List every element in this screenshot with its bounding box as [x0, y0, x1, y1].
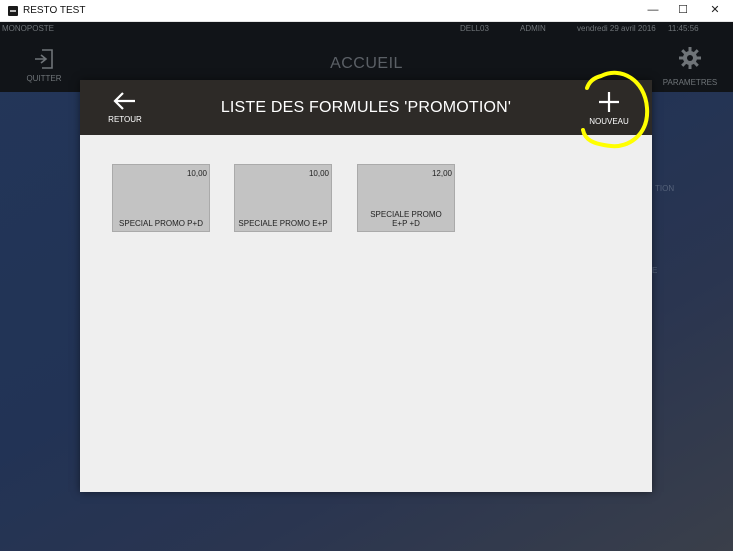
- formula-price: 12,00: [431, 169, 452, 178]
- background-text-fragment: TION: [655, 184, 675, 193]
- settings-button[interactable]: PARAMETRES: [655, 46, 725, 92]
- new-label: NOUVEAU: [589, 117, 629, 126]
- dialog-title: LISTE DES FORMULES 'PROMOTION': [220, 99, 512, 116]
- mode-label: MONOPOSTE: [2, 24, 55, 33]
- minimize-button[interactable]: —: [638, 0, 668, 21]
- formula-name: SPECIALE PROMO E+P: [238, 219, 328, 228]
- formula-tile[interactable]: 10,00 SPECIAL PROMO P+D: [112, 164, 210, 232]
- status-strip: MONOPOSTE DELL03 ADMIN vendredi 29 avril…: [0, 24, 733, 38]
- settings-label: PARAMETRES: [662, 78, 718, 87]
- formula-name: SPECIAL PROMO P+D: [119, 219, 203, 228]
- formula-price: 10,00: [186, 169, 207, 178]
- plus-icon: [599, 92, 619, 112]
- formula-tile[interactable]: 10,00 SPECIALE PROMO E+P: [234, 164, 332, 232]
- formula-price: 10,00: [308, 169, 329, 178]
- app-icon: [8, 6, 18, 16]
- window-title: RESTO TEST: [23, 5, 86, 16]
- app-area: MONOPOSTE DELL03 ADMIN vendredi 29 avril…: [0, 22, 733, 551]
- formula-tile[interactable]: 12,00 SPECIALE PROMO E+P +D: [357, 164, 455, 232]
- gear-icon: [679, 47, 701, 69]
- user-label: ADMIN: [520, 24, 546, 33]
- maximize-button[interactable]: ☐: [668, 0, 698, 21]
- background-text-fragment: E: [652, 266, 658, 275]
- window-titlebar: RESTO TEST — ☐ ✕: [0, 0, 733, 22]
- page-title: ACCUEIL: [330, 55, 403, 72]
- machine-label: DELL03: [460, 24, 489, 33]
- formula-name: SPECIALE PROMO E+P +D: [370, 210, 442, 228]
- new-button[interactable]: NOUVEAU: [582, 90, 636, 134]
- time-label: 11:45:56: [668, 24, 699, 33]
- close-button[interactable]: ✕: [700, 0, 730, 21]
- dialog-header: RETOUR LISTE DES FORMULES 'PROMOTION' NO…: [80, 80, 652, 135]
- date-label: vendredi 29 avril 2016: [577, 24, 656, 33]
- quit-label: QUITTER: [26, 74, 62, 83]
- formulas-dialog: RETOUR LISTE DES FORMULES 'PROMOTION' NO…: [80, 70, 652, 492]
